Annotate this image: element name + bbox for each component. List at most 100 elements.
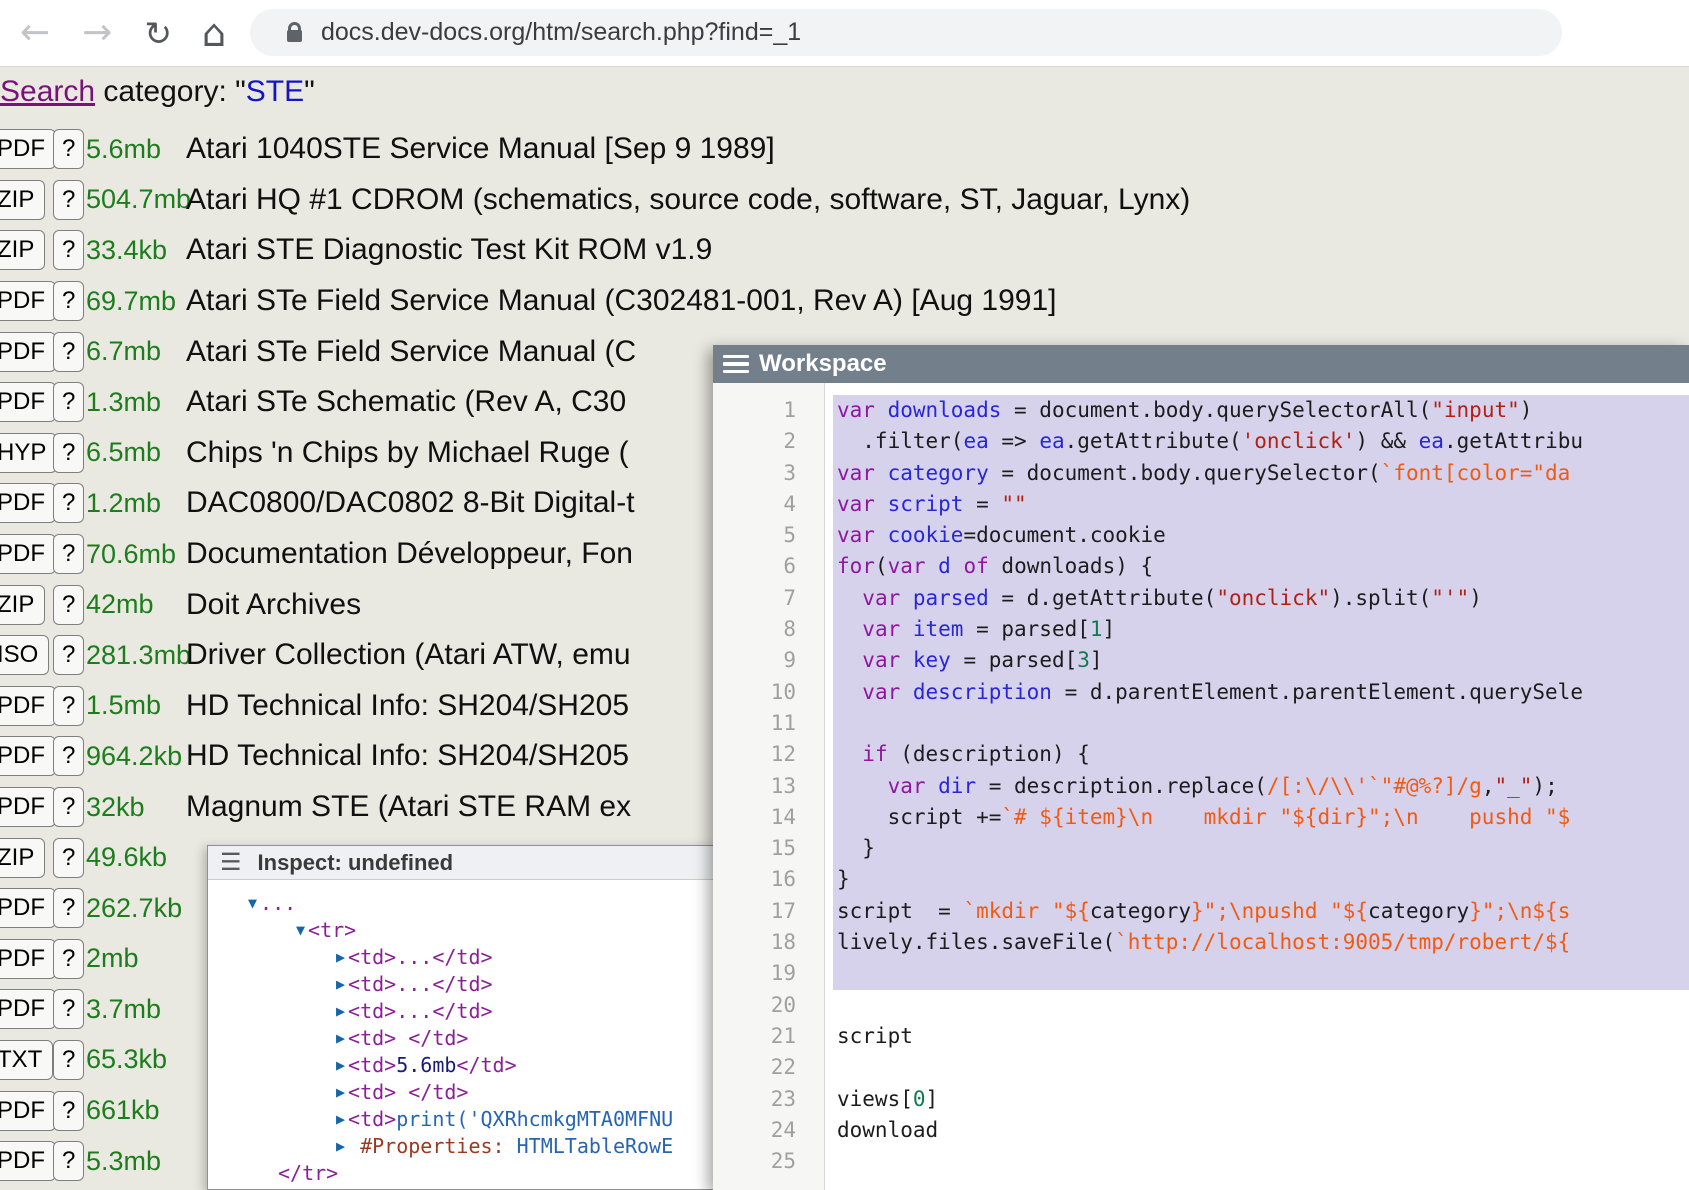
code-line[interactable]: } <box>833 833 1689 864</box>
help-button[interactable]: ? <box>53 180 84 220</box>
expand-arrow-icon[interactable]: ▼ <box>296 921 305 939</box>
code-line[interactable]: script = `mkdir "${category}";\npushd "$… <box>833 896 1689 927</box>
code-line[interactable]: script <box>833 1021 1689 1052</box>
file-type-badge[interactable]: ZIP <box>0 230 45 270</box>
collapse-arrow-icon[interactable]: ▶ <box>336 975 345 993</box>
code-line[interactable]: views[0] <box>833 1084 1689 1115</box>
help-button[interactable]: ? <box>53 939 84 979</box>
help-button[interactable]: ? <box>53 1040 84 1080</box>
code-line[interactable]: lively.files.saveFile(`http://localhost:… <box>833 927 1689 958</box>
code-token: = parsed[ <box>951 648 1077 672</box>
help-cell: ? <box>48 483 86 523</box>
file-type-badge[interactable]: ISO <box>0 635 49 675</box>
code-line[interactable] <box>833 958 1689 989</box>
collapse-arrow-icon[interactable]: ▶ <box>336 1110 345 1128</box>
code-line[interactable] <box>833 708 1689 739</box>
file-type-badge[interactable]: ZIP <box>0 838 45 878</box>
help-button[interactable]: ? <box>53 332 84 372</box>
collapse-arrow-icon[interactable]: ▶ <box>336 1137 345 1155</box>
help-button[interactable]: ? <box>53 129 84 169</box>
file-type-cell: ISO <box>0 635 48 675</box>
help-button[interactable]: ? <box>53 1091 84 1131</box>
tree-node-text: #Properties: <box>348 1134 517 1158</box>
code-line[interactable]: var dir = description.replace(/[:\/\\'`"… <box>833 771 1689 802</box>
code-token: var <box>837 523 888 547</box>
file-type-badge[interactable]: ZIP <box>0 585 45 625</box>
help-button[interactable]: ? <box>53 838 84 878</box>
code-line[interactable]: var script = "" <box>833 489 1689 520</box>
help-button[interactable]: ? <box>53 1141 84 1181</box>
help-button[interactable]: ? <box>53 787 84 827</box>
file-size: 33.4kb <box>86 235 186 266</box>
browser-toolbar: ← → ↻ ⌂ docs.dev-docs.org/htm/search.php… <box>0 0 1689 67</box>
menu-icon[interactable] <box>723 351 749 378</box>
url-text[interactable]: docs.dev-docs.org/htm/search.php?find=_1 <box>321 18 801 47</box>
tree-node[interactable]: ▶ #Properties: HTMLTableRowE <box>208 1133 718 1160</box>
help-button[interactable]: ? <box>53 736 84 776</box>
collapse-arrow-icon[interactable]: ▶ <box>336 1029 345 1047</box>
code-line[interactable]: var downloads = document.body.querySelec… <box>833 395 1689 426</box>
search-link[interactable]: Search <box>0 75 95 108</box>
tree-node[interactable]: ▼... <box>208 890 718 917</box>
help-button[interactable]: ? <box>53 382 84 422</box>
code-line[interactable]: var parsed = d.getAttribute("onclick").s… <box>833 583 1689 614</box>
tree-node[interactable]: ▶<td>print('QXRhcmkgMTA0MFNU <box>208 1106 718 1133</box>
code-line[interactable]: var description = d.parentElement.parent… <box>833 677 1689 708</box>
forward-icon[interactable]: → <box>82 15 112 51</box>
code-line[interactable]: var key = parsed[3] <box>833 645 1689 676</box>
help-button[interactable]: ? <box>53 281 84 321</box>
code-line[interactable]: var cookie=document.cookie <box>833 520 1689 551</box>
file-size: 661kb <box>86 1095 186 1126</box>
collapse-arrow-icon[interactable]: ▶ <box>336 1083 345 1101</box>
file-type-badge[interactable]: TXT <box>0 1040 53 1080</box>
code-line[interactable]: script +=`# ${item}\n mkdir "${dir}";\n … <box>833 802 1689 833</box>
tree-node[interactable]: ▶<td>...</td> <box>208 998 718 1025</box>
tree-node[interactable]: ▶<td>...</td> <box>208 971 718 998</box>
help-button[interactable]: ? <box>53 686 84 726</box>
menu-icon[interactable]: ☰ <box>220 851 242 875</box>
code-line[interactable]: } <box>833 864 1689 895</box>
address-bar[interactable]: docs.dev-docs.org/htm/search.php?find=_1 <box>250 9 1562 56</box>
home-icon[interactable]: ⌂ <box>202 14 226 52</box>
help-button[interactable]: ? <box>53 230 84 270</box>
code-line[interactable]: for(var d of downloads) { <box>833 551 1689 582</box>
file-type-cell: PDF <box>0 129 48 169</box>
code-line[interactable]: var category = document.body.querySelect… <box>833 458 1689 489</box>
tree-node[interactable]: ▼<tr> <box>208 917 718 944</box>
help-button[interactable]: ? <box>53 989 84 1029</box>
file-type-cell: PDF <box>0 332 48 372</box>
code-line[interactable]: .filter(ea => ea.getAttribute('onclick')… <box>833 426 1689 457</box>
code-line[interactable] <box>833 1146 1689 1177</box>
back-icon[interactable]: ← <box>20 15 50 51</box>
expand-arrow-icon[interactable]: ▼ <box>248 894 257 912</box>
code-line[interactable]: download <box>833 1115 1689 1146</box>
tree-node[interactable]: ▶<td>...</td> <box>208 944 718 971</box>
file-title: Atari 1040STE Service Manual [Sep 9 1989… <box>186 132 775 166</box>
code-line[interactable]: if (description) { <box>833 739 1689 770</box>
inspect-titlebar[interactable]: ☰ Inspect: undefined <box>208 846 718 880</box>
code-line[interactable] <box>833 1052 1689 1083</box>
help-button[interactable]: ? <box>53 888 84 928</box>
file-type-badge[interactable]: ZIP <box>0 180 45 220</box>
file-title: Atari STE Diagnostic Test Kit ROM v1.9 <box>186 233 712 267</box>
workspace-titlebar[interactable]: Workspace <box>713 345 1689 383</box>
help-button[interactable]: ? <box>53 483 84 523</box>
tree-node[interactable]: </tr> <box>208 1160 718 1187</box>
code-token: /[:\/\\'`"#@%?]/g <box>1267 774 1482 798</box>
collapse-arrow-icon[interactable]: ▶ <box>336 1002 345 1020</box>
reload-icon[interactable]: ↻ <box>144 17 172 50</box>
collapse-arrow-icon[interactable]: ▶ <box>336 948 345 966</box>
code-editor[interactable]: var downloads = document.body.querySelec… <box>825 383 1689 1190</box>
collapse-arrow-icon[interactable]: ▶ <box>336 1056 345 1074</box>
tree-node[interactable]: ▶<td> </td> <box>208 1079 718 1106</box>
code-line[interactable] <box>833 990 1689 1021</box>
help-button[interactable]: ? <box>53 635 84 675</box>
help-button[interactable]: ? <box>53 433 84 473</box>
help-cell: ? <box>48 281 86 321</box>
tree-node[interactable]: ▶<td>5.6mb</td> <box>208 1052 718 1079</box>
help-button[interactable]: ? <box>53 585 84 625</box>
tree-node[interactable]: ▶<td> </td> <box>208 1025 718 1052</box>
help-button[interactable]: ? <box>53 534 84 574</box>
code-line[interactable]: var item = parsed[1] <box>833 614 1689 645</box>
line-number: 2 <box>713 426 824 457</box>
